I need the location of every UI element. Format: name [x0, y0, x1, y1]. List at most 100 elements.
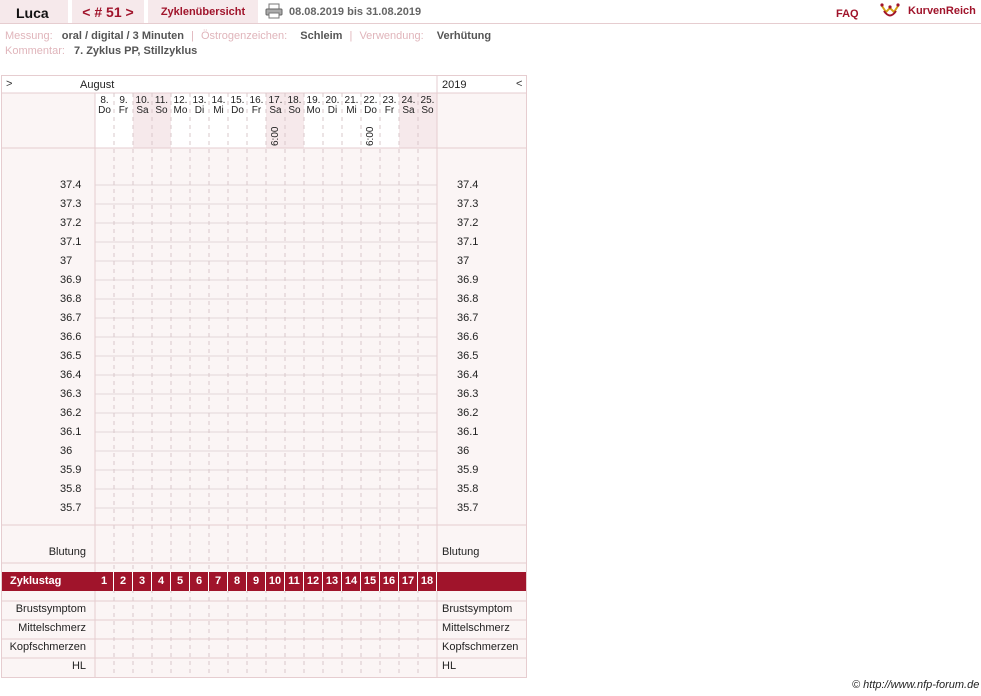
weekday: Sa	[269, 105, 282, 116]
day-column-header[interactable]: 8. Do	[95, 96, 114, 116]
temp-label-right: 37.2	[457, 217, 479, 229]
prev-cycle-arrow[interactable]: >	[6, 78, 12, 90]
day-column-header[interactable]: 22. Do	[361, 96, 380, 116]
symptom-label-right: HL	[442, 660, 457, 672]
temp-label-left: 36.9	[60, 274, 82, 286]
temp-label-left: 37.1	[60, 236, 82, 248]
cycle-day-cell: 10	[266, 572, 285, 591]
day-column-header[interactable]: 17. Sa	[266, 96, 285, 116]
weekday: Mi	[346, 105, 357, 116]
temp-label-right: 36.3	[457, 388, 479, 400]
measurement-time: 6:00	[270, 126, 281, 146]
day-column-header[interactable]: 11. So	[152, 96, 171, 116]
temp-label-right: 37.4	[457, 179, 479, 191]
weekday: Do	[364, 105, 377, 116]
messung-value: oral / digital / 3 Minuten	[61, 30, 184, 42]
cycle-overview-link[interactable]: Zyklenübersicht	[148, 0, 258, 23]
day-column-header[interactable]: 23. Fr	[380, 96, 399, 116]
day-column-header[interactable]: 9. Fr	[114, 96, 133, 116]
symptom-label-left: Brustsymptom	[15, 603, 86, 615]
weekday: Fr	[384, 105, 395, 116]
messung-label: Messung:	[5, 30, 53, 42]
day-column-header[interactable]: 10. Sa	[133, 96, 152, 116]
top-bar: Luca < # 51 > Zyklenübersicht 08.08.2019…	[0, 0, 981, 24]
temp-label-left: 37	[60, 255, 73, 267]
weekday: Mo	[306, 105, 321, 116]
day-column-header[interactable]: 15. Do	[228, 96, 247, 116]
temp-label-left: 36.2	[60, 407, 82, 419]
weekday: Di	[327, 105, 338, 116]
temp-label-right: 36.2	[457, 407, 479, 419]
blutung-label-left: Blutung	[48, 546, 86, 558]
temp-label-right: 36.1	[457, 426, 479, 438]
faq-link[interactable]: FAQ	[836, 8, 859, 20]
temp-label-right: 37.1	[457, 236, 479, 248]
zyklustag-row: Zyklustag 1 2 3 4 5 6 7 8 9 10 11 12 13 14 15 16 17 18	[2, 572, 526, 591]
copyright-footer: © http://www.nfp-forum.de	[852, 679, 980, 691]
user-name: Luca	[0, 0, 68, 23]
measurement-time: 6:00	[365, 126, 376, 146]
temp-label-left: 37.3	[60, 198, 82, 210]
weekday: Mo	[173, 105, 188, 116]
temp-label-left: 36.5	[60, 350, 82, 362]
day-column-header[interactable]: 14. Mi	[209, 96, 228, 116]
weekday: Fr	[251, 105, 262, 116]
separator: |	[191, 30, 194, 42]
verwendung-label: Verwendung:	[359, 30, 424, 42]
weekday: Di	[194, 105, 205, 116]
day-column-header[interactable]: 18. So	[285, 96, 304, 116]
symptom-label-left: HL	[71, 660, 86, 672]
cycle-day-cell: 17	[399, 572, 418, 591]
symptom-label-right: Mittelschmerz	[442, 622, 510, 634]
year-label: 2019	[442, 79, 467, 91]
day-column-header[interactable]: 13. Di	[190, 96, 209, 116]
cycle-day-cell: 7	[209, 572, 228, 591]
weekday: Sa	[402, 105, 415, 116]
cycle-day-cell: 2	[114, 572, 133, 591]
cycle-day-cell: 3	[133, 572, 152, 591]
temp-label-left: 36.4	[60, 369, 82, 381]
weekday: Do	[98, 105, 111, 116]
cycle-day-cell: 9	[247, 572, 266, 591]
symptom-label-left: Kopfschmerzen	[9, 641, 86, 653]
oestrogen-value: Schleim	[300, 30, 343, 42]
symptom-label-right: Kopfschmerzen	[442, 641, 519, 653]
temp-label-right: 36.9	[457, 274, 479, 286]
measurement-info: Messung: oral / digital / 3 Minuten | Ös…	[5, 30, 491, 42]
day-column-header[interactable]: 12. Mo	[171, 96, 190, 116]
day-column-header[interactable]: 16. Fr	[247, 96, 266, 116]
printer-icon[interactable]	[265, 3, 283, 19]
temp-label-right: 36.5	[457, 350, 479, 362]
temp-label-left: 36.3	[60, 388, 82, 400]
temp-label-left: 35.9	[60, 464, 82, 476]
temp-label-right: 37	[457, 255, 470, 267]
blutung-label-right: Blutung	[442, 546, 480, 558]
brand-name[interactable]: KurvenReich	[908, 5, 976, 17]
oestrogen-label: Östrogenzeichen:	[200, 30, 288, 42]
day-column-header[interactable]: 25. So	[418, 96, 437, 116]
temp-label-right: 36.7	[457, 312, 479, 324]
day-column-header[interactable]: 24. Sa	[399, 96, 418, 116]
cycle-chart: > August 2019 < 8. Do 9. Fr 10. Sa 11. So 12. Mo 1…	[1, 75, 527, 678]
next-cycle-arrow[interactable]: <	[516, 78, 522, 90]
temp-label-right: 36.4	[457, 369, 479, 381]
kurvenreich-logo-icon[interactable]	[880, 2, 900, 20]
header-left-bg	[2, 93, 95, 148]
day-column-header[interactable]: 19. Mo	[304, 96, 323, 116]
kommentar-value: 7. Zyklus PP, Stillzyklus	[73, 45, 198, 57]
temp-label-right: 35.7	[457, 502, 479, 514]
temp-label-right: 36.8	[457, 293, 479, 305]
cycle-navigator[interactable]: < # 51 >	[72, 0, 144, 23]
weekday: Fr	[118, 105, 129, 116]
weekday: So	[421, 105, 434, 116]
cycle-day-cell: 18	[418, 572, 437, 591]
header-right-bg	[437, 93, 526, 148]
cycle-day-cell: 1	[95, 572, 114, 591]
day-column-header[interactable]: 20. Di	[323, 96, 342, 116]
temp-label-left: 37.4	[60, 179, 82, 191]
symptom-label-right: Brustsymptom	[442, 603, 513, 615]
zyklustag-label: Zyklustag	[10, 575, 62, 587]
day-column-header[interactable]: 21. Mi	[342, 96, 361, 116]
cycle-day-cell: 12	[304, 572, 323, 591]
cycle-day-cell: 16	[380, 572, 399, 591]
